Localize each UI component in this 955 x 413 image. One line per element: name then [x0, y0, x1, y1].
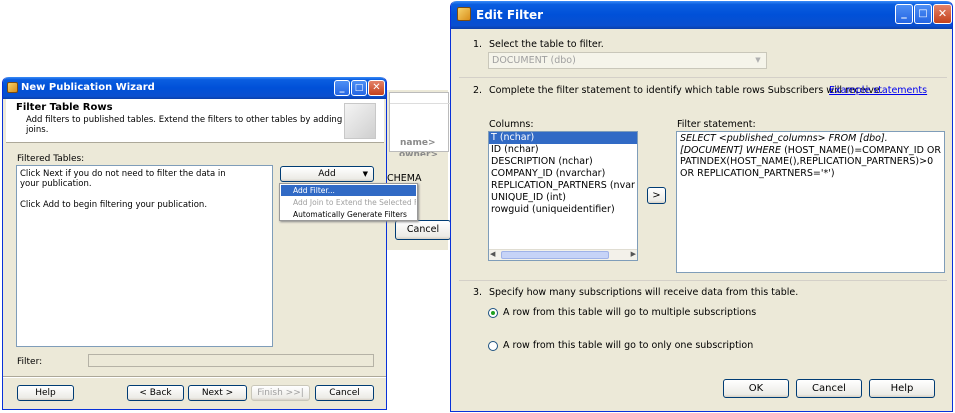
- filter-statement-editor[interactable]: SELECT <published_columns> FROM [dbo].[D…: [676, 131, 945, 273]
- info-text: Click Next if you do not need to filter …: [20, 169, 226, 189]
- column-item[interactable]: T (nchar): [489, 132, 637, 144]
- wizard-header-subtitle: Add filters to published tables. Extend …: [26, 115, 343, 135]
- ok-button[interactable]: OK: [723, 379, 789, 398]
- filtered-tables-list[interactable]: Click Next if you do not need to filter …: [16, 165, 273, 347]
- menu-item-auto-generate[interactable]: Automatically Generate Filters: [281, 209, 416, 220]
- filter-app-icon: [457, 7, 471, 21]
- columns-label: Columns:: [489, 119, 534, 130]
- horizontal-scrollbar[interactable]: ◀ ▶: [489, 249, 637, 260]
- add-button[interactable]: Add ▼: [280, 166, 374, 182]
- next-button[interactable]: Next >: [188, 385, 247, 401]
- cancel-button[interactable]: Cancel: [315, 385, 374, 401]
- chevron-down-icon: ▼: [755, 56, 761, 64]
- background-grid: name>: [389, 92, 450, 152]
- wizard-header-image: [344, 103, 376, 139]
- step1-label: Select the table to filter.: [489, 39, 604, 50]
- help-button[interactable]: Help: [869, 379, 935, 398]
- step2-label: Complete the filter statement to identif…: [489, 85, 883, 96]
- edit-filter-title: Edit Filter: [476, 8, 544, 22]
- wizard-app-icon: [7, 82, 18, 93]
- finish-button[interactable]: Finish >>|: [251, 385, 310, 401]
- maximize-button[interactable]: □: [914, 4, 932, 24]
- wizard-header-title: Filter Table Rows: [16, 102, 113, 113]
- info-text: Click Add to begin filtering your public…: [20, 200, 208, 210]
- background-cancel-button[interactable]: Cancel: [395, 220, 451, 240]
- radio-multiple-label: A row from this table will go to multipl…: [503, 307, 757, 318]
- minimize-button[interactable]: _: [895, 4, 913, 24]
- add-menu: Add Filter... Add Join to Extend the Sel…: [279, 183, 418, 221]
- radio-selected-icon[interactable]: [488, 308, 498, 318]
- column-item[interactable]: rowguid (uniqueidentifier): [489, 204, 637, 216]
- cancel-button[interactable]: Cancel: [796, 379, 862, 398]
- scroll-right-icon[interactable]: ▶: [631, 250, 636, 258]
- example-statements-link[interactable]: Example statements: [829, 85, 927, 96]
- back-button[interactable]: < Back: [127, 385, 184, 401]
- filtered-tables-label: Filtered Tables:: [17, 154, 85, 164]
- radio-single-label: A row from this table will go to only on…: [503, 340, 754, 351]
- dropdown-arrow-icon: ▼: [362, 170, 368, 178]
- step2-number: 2.: [473, 85, 483, 96]
- background-dialog: name> owner> CHEMA comm Cancel: [380, 90, 451, 250]
- separator: [459, 280, 947, 281]
- filter-text-field: [88, 354, 374, 367]
- maximize-button[interactable]: □: [351, 80, 367, 96]
- help-button[interactable]: Help: [17, 385, 74, 401]
- step3-number: 3.: [473, 287, 483, 298]
- filter-statement-label: Filter statement:: [677, 119, 756, 130]
- menu-item-add-filter[interactable]: Add Filter...: [281, 185, 416, 196]
- wizard-header-panel: Filter Table Rows Add filters to publish…: [6, 99, 384, 143]
- wizard-separator: [3, 376, 386, 378]
- column-item[interactable]: COMPANY_ID (nvarchar): [489, 168, 637, 180]
- edit-filter-window: Edit Filter _ □ ✕ 1. Select the table to…: [450, 1, 953, 412]
- column-item[interactable]: DESCRIPTION (nchar): [489, 156, 637, 168]
- minimize-button[interactable]: _: [334, 80, 350, 96]
- column-item[interactable]: UNIQUE_ID (int): [489, 192, 637, 204]
- filter-label: Filter:: [17, 357, 43, 367]
- wizard-title: New Publication Wizard: [21, 82, 155, 93]
- table-select-value: DOCUMENT (dbo): [492, 55, 576, 66]
- background-grid-cell: owner>: [399, 150, 438, 156]
- column-item[interactable]: ID (nchar): [489, 144, 637, 156]
- add-button-label: Add: [318, 169, 336, 179]
- close-button[interactable]: ✕: [368, 80, 385, 96]
- separator: [459, 77, 947, 78]
- wizard-titlebar[interactable]: New Publication Wizard _ □ ✕: [3, 77, 386, 99]
- column-item[interactable]: REPLICATION_PARTNERS (nvar: [489, 180, 637, 192]
- edit-filter-titlebar[interactable]: Edit Filter _ □ ✕: [451, 1, 952, 29]
- columns-list[interactable]: T (nchar) ID (nchar) DESCRIPTION (nchar)…: [488, 131, 638, 261]
- radio-unselected-icon[interactable]: [488, 341, 498, 351]
- scroll-left-icon[interactable]: ◀: [490, 250, 495, 258]
- step3-label: Specify how many subscriptions will rece…: [489, 287, 799, 298]
- close-button[interactable]: ✕: [933, 4, 952, 24]
- table-select[interactable]: DOCUMENT (dbo) ▼: [488, 52, 767, 69]
- scroll-thumb[interactable]: [501, 251, 609, 259]
- menu-item-add-join[interactable]: Add Join to Extend the Selected Filter..…: [281, 197, 416, 208]
- background-grid-cell: name>: [400, 138, 436, 148]
- step1-number: 1.: [473, 39, 483, 50]
- new-publication-wizard-window: New Publication Wizard _ □ ✕ Filter Tabl…: [2, 77, 418, 410]
- insert-column-button[interactable]: >: [647, 187, 666, 204]
